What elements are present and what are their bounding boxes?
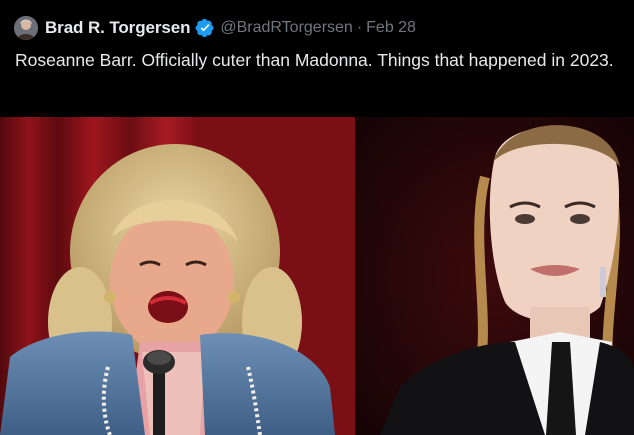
verified-badge-icon <box>195 18 215 38</box>
author-name[interactable]: Brad R. Torgersen <box>45 18 190 38</box>
meta-separator: · <box>356 19 363 36</box>
author-avatar[interactable] <box>14 16 38 40</box>
tweet-date[interactable]: Feb 28 <box>366 19 416 37</box>
tweet-header: Brad R. Torgersen @BradRTorgersen · Feb … <box>14 15 416 41</box>
author-handle[interactable]: @BradRTorgersen <box>220 19 352 37</box>
tweet-text: Roseanne Barr. Officially cuter than Mad… <box>15 50 614 70</box>
tweet-media-image[interactable] <box>0 117 634 435</box>
tweet[interactable]: Brad R. Torgersen @BradRTorgersen · Feb … <box>0 0 634 435</box>
